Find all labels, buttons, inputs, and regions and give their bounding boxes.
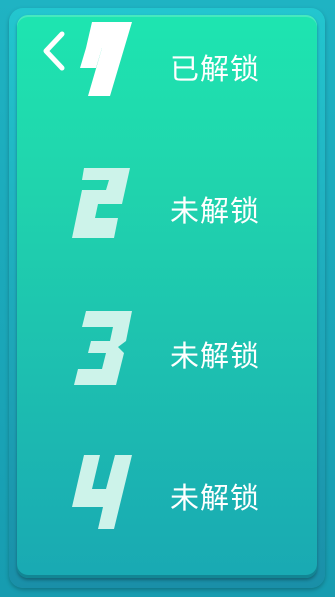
level-2-status: 未解锁: [170, 194, 261, 228]
level-1-row[interactable]: 已解锁: [60, 18, 290, 118]
level-4-status: 未解锁: [170, 481, 261, 515]
level-3-status: 未解锁: [170, 339, 261, 373]
level-1-status: 已解锁: [170, 52, 261, 86]
level-1-number: [80, 22, 132, 96]
level-4-number: [72, 455, 132, 529]
level-2-row[interactable]: 未解锁: [60, 160, 290, 260]
level-2-number: [72, 168, 130, 238]
level-4-row[interactable]: 未解锁: [60, 447, 290, 547]
level-3-row[interactable]: 未解锁: [60, 305, 290, 405]
level-3-number: [74, 311, 132, 385]
